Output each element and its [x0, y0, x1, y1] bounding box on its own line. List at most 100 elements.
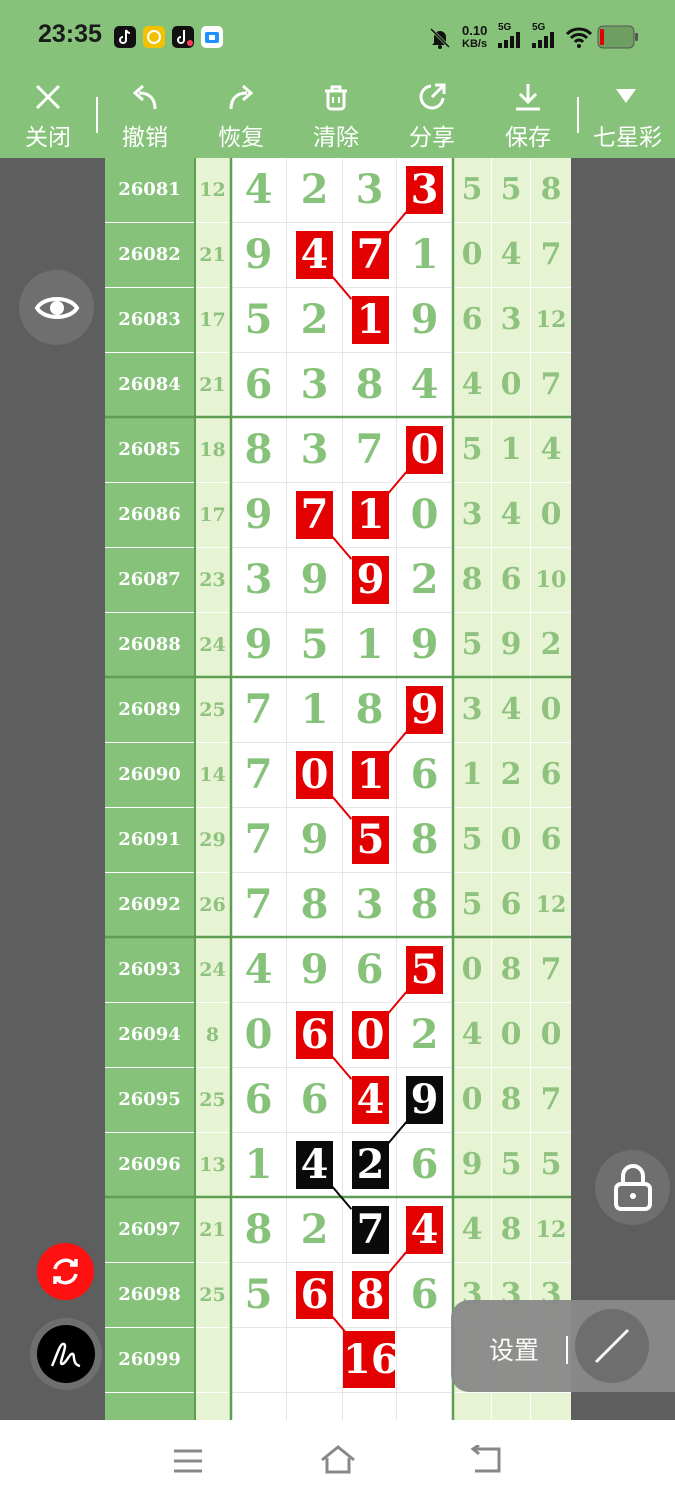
- digit-cell: 6: [287, 1068, 342, 1132]
- refresh-button[interactable]: [37, 1243, 94, 1300]
- digit-cell: 7: [343, 223, 396, 287]
- tail-cell: 7: [531, 938, 571, 1002]
- tail-cell: 6: [531, 808, 571, 872]
- refresh-icon: [53, 1258, 78, 1285]
- tail-cell: 0: [492, 353, 530, 417]
- wifi-icon: [565, 27, 593, 48]
- highlighted-digit: 9: [406, 686, 443, 734]
- highlighted-digit: 16: [343, 1331, 399, 1388]
- eye-toggle-button[interactable]: [19, 270, 94, 345]
- highlighted-digit: 9: [406, 1076, 443, 1124]
- navigation-bar: [0, 1420, 675, 1500]
- digit-cell: 1: [231, 1133, 286, 1197]
- digit-cell: 7: [231, 873, 286, 937]
- digit-cell: 9: [287, 808, 342, 872]
- lottery-type-label: 七星彩: [593, 125, 662, 151]
- issue-number-cell: 26085: [105, 418, 194, 482]
- net-speed-unit: KB/s: [462, 38, 488, 50]
- issue-number-cell: 26081: [105, 158, 194, 222]
- digit-cell: 7: [287, 483, 342, 547]
- highlighted-digit: 7: [352, 231, 389, 279]
- issue-number-cell: 26092: [105, 873, 194, 937]
- issue-number-cell: 26082: [105, 223, 194, 287]
- tail-cell: 3: [453, 483, 491, 547]
- sum-cell: 13: [195, 1133, 230, 1197]
- tail-cell: 0: [531, 678, 571, 742]
- battery-icon: [597, 25, 638, 49]
- undo-button[interactable]: 撤销: [99, 75, 191, 158]
- digit-cell: 8: [397, 873, 452, 937]
- settings-button[interactable]: 设置: [489, 1331, 539, 1367]
- digit-cell: [397, 1328, 452, 1392]
- highlighted-digit: 9: [352, 556, 389, 604]
- undo-label: 撤销: [122, 125, 168, 151]
- issue-number-cell: 26086: [105, 483, 194, 547]
- digit-cell: 4: [397, 1198, 452, 1262]
- save-button[interactable]: 保存: [482, 75, 574, 158]
- digit-cell: 2: [287, 1198, 342, 1262]
- tail-cell: 4: [492, 678, 530, 742]
- tail-cell: 0: [453, 938, 491, 1002]
- share-button[interactable]: 分享: [386, 75, 478, 158]
- sum-cell: 17: [195, 483, 230, 547]
- digit-cell: 1: [343, 613, 396, 677]
- mute-icon: [429, 27, 451, 49]
- highlighted-digit: 6: [296, 1271, 333, 1319]
- digit-cell: 5: [231, 288, 286, 352]
- menu-icon[interactable]: [172, 1447, 204, 1475]
- digit-cell: 2: [343, 1133, 396, 1197]
- lottery-type-dropdown[interactable]: 七星彩: [580, 75, 675, 158]
- digit-cell: [287, 1328, 342, 1392]
- coin-app-icon: [143, 26, 165, 48]
- tail-cell: 5: [453, 158, 491, 222]
- tail-cell: 12: [531, 1198, 571, 1262]
- sum-cell: 25: [195, 1068, 230, 1132]
- digit-cell: 3: [231, 548, 286, 612]
- line-tool-button[interactable]: [575, 1309, 649, 1383]
- clear-button[interactable]: 清除: [290, 75, 382, 158]
- settings-divider: [566, 1336, 568, 1364]
- issue-number-cell: 26084: [105, 353, 194, 417]
- close-button[interactable]: 关闭: [2, 75, 94, 158]
- toolbar-divider: [577, 97, 579, 133]
- issue-number-cell: 26096: [105, 1133, 194, 1197]
- digit-cell: 8: [343, 678, 396, 742]
- tail-cell: 2: [531, 613, 571, 677]
- sum-cell: 25: [195, 678, 230, 742]
- tail-cell: 5: [453, 808, 491, 872]
- signal1-icon: [498, 32, 520, 48]
- save-label: 保存: [505, 125, 551, 151]
- digit-cell: 6: [231, 353, 286, 417]
- clear-label: 清除: [313, 125, 359, 151]
- issue-number-cell: 26097: [105, 1198, 194, 1262]
- digit-cell: 5: [397, 938, 452, 1002]
- highlighted-digit: 7: [296, 491, 333, 539]
- digit-cell: 9: [397, 613, 452, 677]
- close-icon: [35, 84, 61, 110]
- tail-cell: 10: [531, 548, 571, 612]
- lottery-trend-grid[interactable]: 26081 12 4 2 3 3 5 5 8 26082 21 9 4 7 1 0 4 7 26083 17 5 2 1 9 6…: [105, 158, 571, 1420]
- empty-cell: [195, 1393, 230, 1420]
- back-icon[interactable]: [469, 1445, 505, 1477]
- digit-cell: 1: [343, 483, 396, 547]
- tail-cell: 8: [531, 158, 571, 222]
- digit-cell: 0: [231, 1003, 286, 1067]
- digit-cell: 6: [343, 938, 396, 1002]
- pen-button[interactable]: [30, 1318, 102, 1390]
- digit-cell: 4: [231, 938, 286, 1002]
- digit-cell: 3: [287, 353, 342, 417]
- digit-cell: 6: [397, 1263, 452, 1327]
- digit-cell: 7: [343, 1198, 396, 1262]
- eye-icon: [34, 297, 80, 319]
- empty-cell: [453, 1393, 491, 1420]
- home-icon[interactable]: [319, 1444, 357, 1476]
- tail-cell: 0: [531, 483, 571, 547]
- redo-button[interactable]: 恢复: [195, 75, 287, 158]
- store-app-icon: [201, 26, 223, 48]
- share-label: 分享: [409, 125, 455, 151]
- tail-cell: 5: [453, 873, 491, 937]
- undo-icon: [132, 84, 157, 110]
- sum-cell: 21: [195, 223, 230, 287]
- digit-cell: 7: [343, 418, 396, 482]
- lock-button[interactable]: [595, 1150, 670, 1225]
